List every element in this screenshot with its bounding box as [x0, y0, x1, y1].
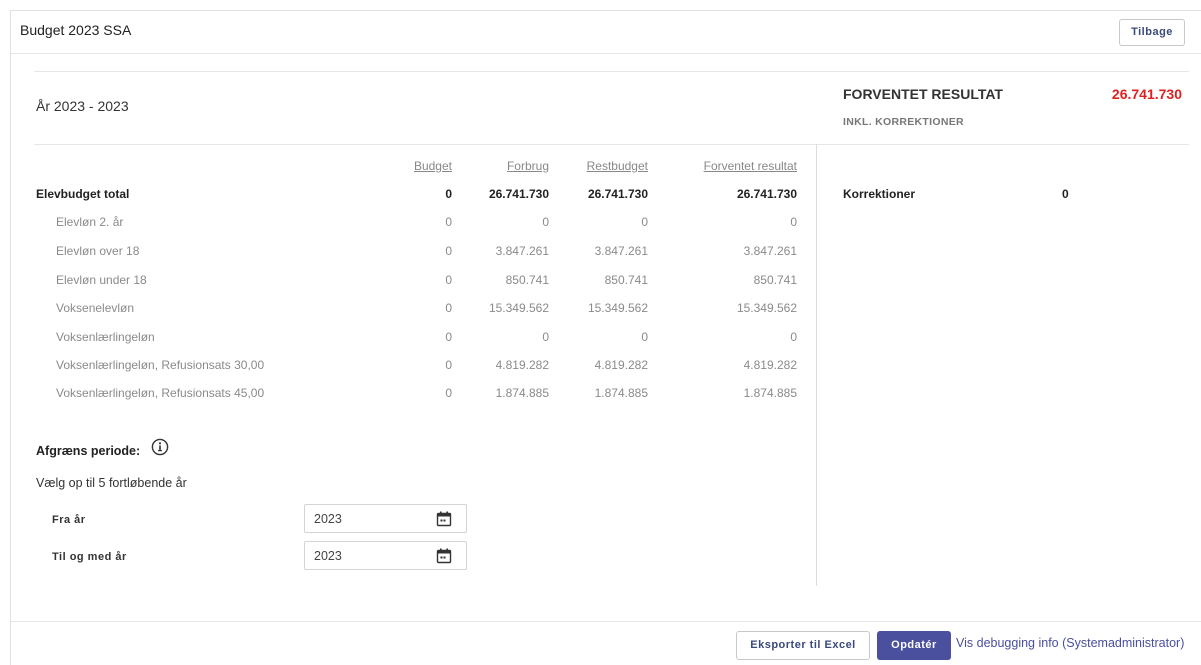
row-label: Elevløn under 18 [56, 273, 147, 287]
from-year-value: 2023 [314, 512, 342, 526]
update-button[interactable]: Opdatér [877, 631, 951, 660]
row-label: Elevløn over 18 [56, 244, 140, 258]
column-divider [816, 144, 817, 586]
result-value: 26.741.730 [1111, 86, 1182, 102]
column-header-restbudget[interactable]: Restbudget [562, 159, 648, 173]
table-row: Voksenelevløn 0 15.349.562 15.349.562 15… [0, 301, 800, 321]
cell-budget: 0 [445, 358, 452, 372]
table-row: Voksenlærlingeløn, Refusionsats 45,00 0 … [0, 386, 800, 406]
to-year-label: Til og med år [52, 551, 127, 563]
cell-restbudget: 0 [641, 215, 648, 229]
divider [34, 71, 1189, 72]
cell-restbudget: 4.819.282 [594, 358, 648, 372]
back-button[interactable]: Tilbage [1119, 19, 1185, 46]
from-year-input[interactable]: 2023 [304, 504, 467, 533]
year-heading: År 2023 - 2023 [36, 98, 129, 114]
cell-budget: 0 [445, 301, 452, 315]
cell-forventet: 0 [790, 215, 797, 229]
cell-forventet: 3.847.261 [743, 244, 797, 258]
cell-restbudget: 850.741 [604, 273, 648, 287]
period-label: Afgræns periode: [36, 444, 141, 458]
cell-restbudget: 1.874.885 [594, 386, 648, 400]
cell-forventet: 850.741 [753, 273, 797, 287]
cell-budget: 0 [445, 244, 452, 258]
cell-forbrug: 1.874.885 [495, 386, 549, 400]
table-row: Elevløn 2. år 0 0 0 0 [0, 215, 800, 235]
cell-forbrug: 3.847.261 [495, 244, 549, 258]
row-label: Elevbudget total [36, 187, 130, 201]
cell-restbudget: 3.847.261 [594, 244, 648, 258]
table-row: Elevløn over 18 0 3.847.261 3.847.261 3.… [0, 244, 800, 264]
cell-forbrug: 0 [542, 215, 549, 229]
column-header-budget[interactable]: Budget [380, 159, 452, 173]
page-title: Budget 2023 SSA [20, 22, 132, 38]
row-label: Voksenlærlingeløn, Refusionsats 30,00 [56, 358, 265, 372]
cell-forbrug: 15.349.562 [488, 301, 549, 315]
corrections-label: Korrektioner [843, 187, 916, 201]
cell-budget: 0 [445, 273, 452, 287]
divider [34, 144, 1189, 145]
table-row-total: Elevbudget total 0 26.741.730 26.741.730… [0, 187, 800, 207]
cell-forventet: 4.819.282 [743, 358, 797, 372]
export-excel-button[interactable]: Eksporter til Excel [736, 631, 870, 660]
cell-budget: 0 [445, 386, 452, 400]
to-year-input[interactable]: 2023 [304, 541, 467, 570]
cell-budget: 0 [445, 187, 452, 201]
table-row: Voksenlærlingeløn 0 0 0 0 [0, 330, 800, 350]
table-row: Voksenlærlingeløn, Refusionsats 30,00 0 … [0, 358, 800, 378]
row-label: Elevløn 2. år [56, 215, 124, 229]
debug-info-link[interactable]: Vis debugging info (Systemadministrator) [956, 636, 1184, 650]
calendar-icon[interactable] [435, 547, 453, 565]
footer-divider [11, 621, 1201, 622]
cell-restbudget: 15.349.562 [587, 301, 648, 315]
to-year-value: 2023 [314, 549, 342, 563]
cell-budget: 0 [445, 215, 452, 229]
row-label: Voksenlærlingeløn, Refusionsats 45,00 [56, 386, 265, 400]
column-header-forventet-resultat[interactable]: Forventet resultat [668, 159, 797, 173]
row-label: Voksenelevløn [56, 301, 135, 315]
cell-forbrug: 850.741 [505, 273, 549, 287]
cell-forbrug: 0 [542, 330, 549, 344]
cell-forventet: 0 [790, 330, 797, 344]
column-header-forbrug[interactable]: Forbrug [472, 159, 549, 173]
from-year-label: Fra år [52, 514, 86, 526]
cell-forbrug: 4.819.282 [495, 358, 549, 372]
cell-forventet: 15.349.562 [736, 301, 797, 315]
cell-restbudget: 26.741.730 [587, 187, 648, 201]
result-sublabel: INKL. KORREKTIONER [843, 116, 964, 128]
cell-budget: 0 [445, 330, 452, 344]
row-label: Voksenlærlingeløn [56, 330, 155, 344]
cell-restbudget: 0 [641, 330, 648, 344]
title-bar [11, 11, 1201, 54]
cell-forventet: 26.741.730 [736, 187, 797, 201]
result-label: FORVENTET RESULTAT [843, 86, 1003, 102]
cell-forventet: 1.874.885 [743, 386, 797, 400]
table-row: Elevløn under 18 0 850.741 850.741 850.7… [0, 273, 800, 293]
period-help-text: Vælg op til 5 fortløbende år [36, 476, 187, 490]
calendar-icon[interactable] [435, 510, 453, 528]
corrections-value: 0 [1062, 187, 1069, 201]
info-icon[interactable] [151, 438, 169, 456]
cell-forbrug: 26.741.730 [488, 187, 549, 201]
